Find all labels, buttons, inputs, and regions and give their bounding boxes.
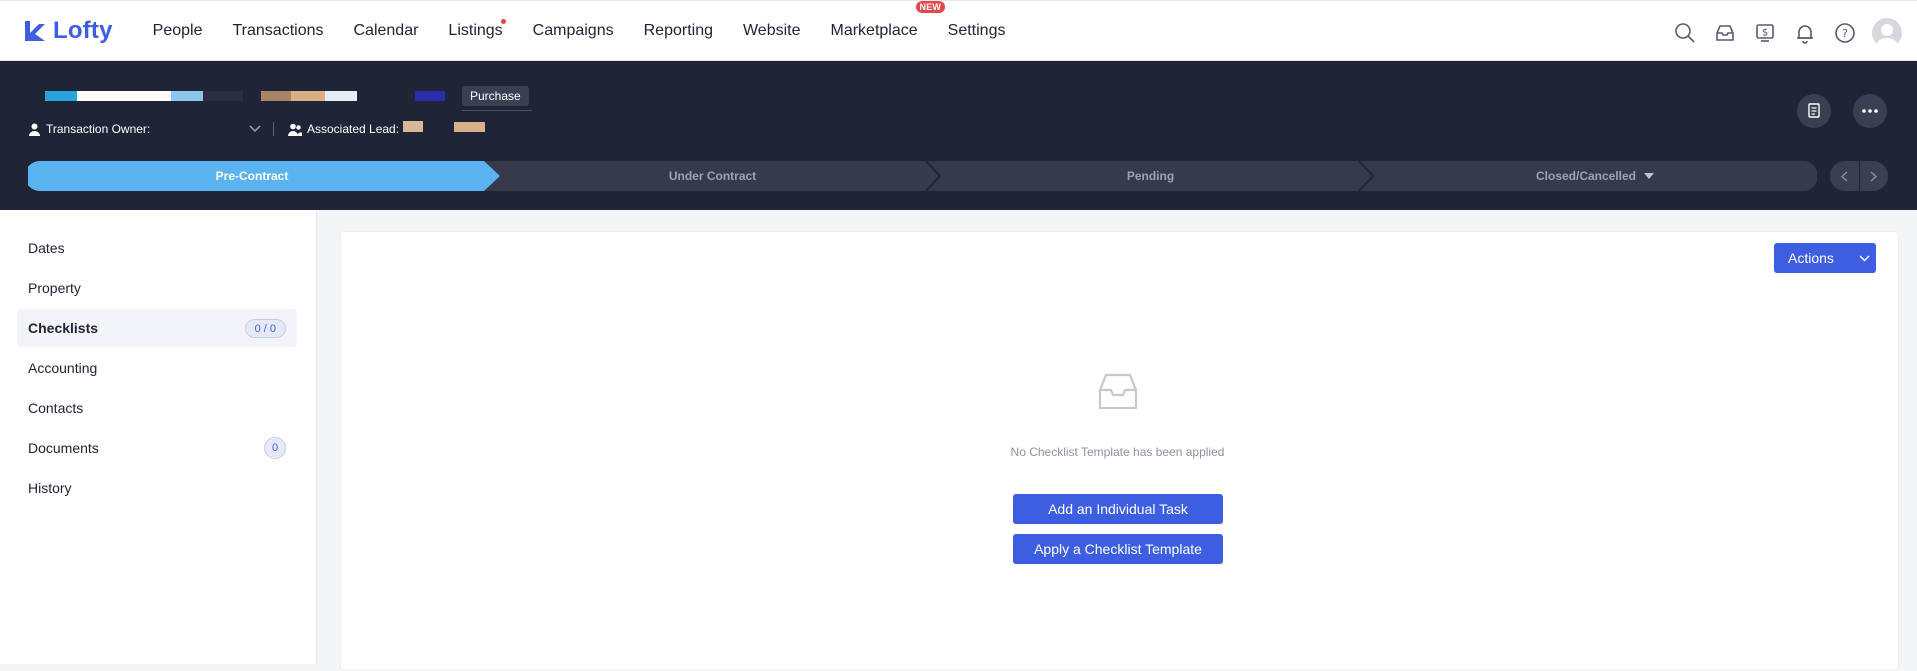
stage-pipeline: Pre-Contract Under Contract Pending Clos… — [28, 161, 1817, 191]
sidebar-item-accounting[interactable]: Accounting — [17, 349, 297, 387]
sidebar-item-label: History — [28, 480, 72, 496]
document-icon — [1808, 103, 1820, 118]
search-icon[interactable] — [1674, 22, 1696, 44]
chevron-left-icon — [1840, 170, 1848, 182]
chevron-down-icon — [1852, 254, 1876, 262]
main-nav: People Transactions Calendar Listings Ca… — [153, 0, 1036, 40]
transaction-header: Purchase Transaction Owner: Associated L… — [0, 61, 1917, 210]
apply-checklist-template-button[interactable]: Apply a Checklist Template — [1013, 534, 1223, 564]
chevron-down-icon — [249, 125, 261, 133]
associated-lead[interactable]: Associated Lead: — [288, 121, 493, 136]
stage-closed-label: Closed/Cancelled — [1535, 169, 1637, 183]
stage-next-button[interactable] — [1860, 161, 1889, 191]
lofty-logo-icon — [25, 20, 45, 41]
inbox-icon[interactable] — [1714, 22, 1736, 44]
empty-state-message: No Checklist Template has been applied — [1010, 445, 1225, 459]
svg-text:$: $ — [1762, 28, 1768, 39]
nav-transactions[interactable]: Transactions — [232, 22, 323, 40]
nav-marketplace[interactable]: Marketplace NEW — [830, 0, 946, 40]
actions-dropdown-button[interactable]: Actions — [1774, 243, 1876, 273]
sidebar-item-label: Property — [28, 280, 81, 296]
stage-navigation — [1830, 161, 1888, 191]
redacted-title — [45, 91, 445, 101]
checklist-count-badge: 0 / 0 — [244, 319, 286, 338]
nav-people[interactable]: People — [153, 22, 203, 40]
logo-text: Lofty — [53, 16, 113, 44]
billing-icon[interactable]: $ — [1754, 22, 1776, 44]
more-options-button[interactable] — [1853, 94, 1887, 128]
notes-button[interactable] — [1797, 94, 1831, 128]
transaction-owner-label: Transaction Owner: — [46, 122, 151, 136]
nav-campaigns[interactable]: Campaigns — [533, 22, 614, 40]
associated-lead-label: Associated Lead: — [307, 122, 400, 136]
transaction-owner[interactable]: Transaction Owner: — [28, 122, 273, 136]
logo[interactable]: Lofty — [23, 17, 113, 45]
svg-text:?: ? — [1842, 27, 1848, 40]
documents-count-badge: 0 — [264, 437, 286, 459]
actions-label: Actions — [1788, 250, 1834, 266]
stage-under-contract[interactable]: Under Contract — [500, 161, 925, 191]
nav-calendar[interactable]: Calendar — [353, 22, 418, 40]
user-icon — [29, 123, 40, 136]
nav-icons: $ ? — [1656, 18, 1902, 48]
nav-marketplace-label: Marketplace — [830, 21, 918, 39]
redacted-lead — [403, 121, 493, 136]
sidebar-item-label: Dates — [28, 240, 65, 256]
avatar[interactable] — [1872, 18, 1902, 48]
stage-closed-cancelled[interactable]: Closed/Cancelled — [1373, 161, 1817, 191]
users-icon — [288, 123, 302, 136]
nav-reporting[interactable]: Reporting — [644, 22, 713, 40]
nav-listings-label: Listings — [448, 21, 503, 39]
stage-prev-button[interactable] — [1830, 161, 1860, 191]
notification-dot — [500, 18, 506, 24]
sidebar-item-label: Documents — [28, 440, 99, 456]
sidebar-item-label: Checklists — [28, 320, 99, 336]
transaction-sidebar: Dates Property Checklists 0 / 0 Accounti… — [0, 210, 317, 664]
caret-down-icon — [1644, 172, 1655, 179]
transaction-meta: Transaction Owner: Associated Lead: — [28, 121, 493, 136]
empty-inbox-icon — [1098, 373, 1138, 410]
help-icon[interactable]: ? — [1834, 22, 1856, 44]
sidebar-item-history[interactable]: History — [17, 469, 297, 507]
sidebar-item-label: Accounting — [28, 360, 98, 376]
add-individual-task-button[interactable]: Add an Individual Task — [1013, 494, 1223, 524]
sidebar-item-contacts[interactable]: Contacts — [17, 389, 297, 427]
sidebar-item-dates[interactable]: Dates — [17, 229, 297, 267]
sidebar-item-label: Contacts — [28, 400, 84, 416]
meta-divider — [273, 122, 274, 136]
divider — [462, 110, 532, 111]
transaction-type-badge: Purchase — [462, 86, 529, 106]
stage-pending[interactable]: Pending — [940, 161, 1361, 191]
new-badge: NEW — [915, 0, 946, 13]
sidebar-item-documents[interactable]: Documents 0 — [17, 429, 297, 467]
more-icon — [1862, 109, 1878, 113]
nav-settings[interactable]: Settings — [948, 22, 1006, 40]
chevron-right-icon — [1870, 170, 1878, 182]
top-nav: Lofty People Transactions Calendar Listi… — [0, 0, 1917, 61]
bell-icon[interactable] — [1794, 22, 1816, 44]
stage-pre-contract[interactable]: Pre-Contract — [28, 161, 476, 191]
sidebar-item-checklists[interactable]: Checklists 0 / 0 — [17, 309, 297, 347]
nav-listings[interactable]: Listings — [448, 18, 506, 40]
sidebar-item-property[interactable]: Property — [17, 269, 297, 307]
nav-website[interactable]: Website — [743, 22, 801, 40]
